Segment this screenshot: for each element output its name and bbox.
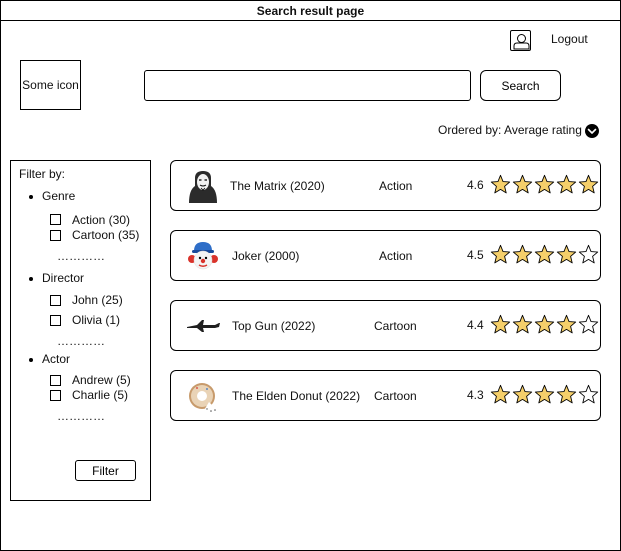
search-input[interactable] bbox=[144, 70, 471, 101]
result-title[interactable]: The Elden Donut (2022) bbox=[232, 389, 360, 403]
checkbox-actor-andrew[interactable] bbox=[50, 375, 61, 386]
bullet bbox=[29, 358, 33, 362]
result-rating: 4.6 bbox=[467, 178, 484, 192]
logo-placeholder[interactable]: Some icon bbox=[20, 60, 81, 110]
page-title: Search result page bbox=[0, 0, 621, 21]
more-actors[interactable]: ………… bbox=[57, 409, 105, 423]
result-genre: Action bbox=[379, 249, 413, 263]
star-filled-icon bbox=[490, 314, 511, 334]
star-filled-icon bbox=[490, 244, 511, 264]
star-filled-icon bbox=[556, 314, 577, 334]
filter-heading: Filter by: bbox=[19, 167, 66, 181]
result-card[interactable]: Top Gun (2022) Cartoon 4.4 bbox=[170, 300, 601, 351]
result-rating: 4.4 bbox=[467, 318, 484, 332]
filter-group-genre: Genre bbox=[42, 189, 76, 203]
anonymous-mask-icon bbox=[185, 168, 221, 204]
bullet bbox=[29, 277, 33, 281]
result-title[interactable]: Top Gun (2022) bbox=[232, 319, 315, 333]
logout-link[interactable]: Logout bbox=[551, 32, 588, 46]
star-filled-icon bbox=[512, 384, 533, 404]
clown-icon bbox=[185, 238, 221, 274]
user-glyph bbox=[513, 34, 530, 50]
user-icon[interactable] bbox=[510, 30, 531, 51]
checkbox-genre-action[interactable] bbox=[50, 214, 61, 225]
star-filled-icon bbox=[534, 314, 555, 334]
result-title[interactable]: The Matrix (2020) bbox=[230, 179, 325, 193]
result-genre: Action bbox=[379, 179, 413, 193]
filter-button[interactable]: Filter bbox=[75, 460, 136, 481]
star-filled-icon bbox=[556, 384, 577, 404]
donut-icon bbox=[185, 378, 221, 414]
star-filled-icon bbox=[556, 174, 577, 194]
chevron-down-icon bbox=[587, 128, 597, 134]
result-title[interactable]: Joker (2000) bbox=[232, 249, 299, 263]
result-genre: Cartoon bbox=[374, 319, 417, 333]
star-empty-icon bbox=[578, 314, 599, 334]
order-by-label: Ordered by: Average rating bbox=[438, 123, 582, 137]
filter-option-label: Andrew (5) bbox=[72, 373, 131, 387]
filter-option-label: Charlie (5) bbox=[72, 388, 129, 402]
result-card[interactable]: The Matrix (2020) Action 4.6 bbox=[170, 160, 601, 211]
star-filled-icon bbox=[578, 174, 599, 194]
checkbox-director-olivia[interactable] bbox=[50, 315, 61, 326]
filter-group-actor: Actor bbox=[42, 352, 71, 366]
checkbox-director-john[interactable] bbox=[50, 295, 61, 306]
result-card[interactable]: The Elden Donut (2022) Cartoon 4.3 bbox=[170, 370, 601, 421]
star-rating bbox=[490, 174, 600, 195]
filter-option-label: Action (30) bbox=[72, 213, 131, 227]
filter-option-label: John (25) bbox=[72, 293, 123, 307]
star-filled-icon bbox=[556, 244, 577, 264]
star-filled-icon bbox=[490, 384, 511, 404]
filter-group-director: Director bbox=[42, 271, 85, 285]
star-rating bbox=[490, 314, 600, 335]
result-rating: 4.3 bbox=[467, 388, 484, 402]
fighter-jet-icon bbox=[185, 308, 221, 344]
more-genres[interactable]: ………… bbox=[57, 249, 105, 263]
result-genre: Cartoon bbox=[374, 389, 417, 403]
checkbox-genre-cartoon[interactable] bbox=[50, 230, 61, 241]
star-filled-icon bbox=[534, 384, 555, 404]
result-card[interactable]: Joker (2000) Action 4.5 bbox=[170, 230, 601, 281]
star-rating bbox=[490, 244, 600, 265]
star-filled-icon bbox=[534, 244, 555, 264]
star-empty-icon bbox=[578, 384, 599, 404]
filter-option-label: Cartoon (35) bbox=[72, 228, 140, 242]
star-rating bbox=[490, 384, 600, 405]
star-empty-icon bbox=[578, 244, 599, 264]
filter-option-label: Olivia (1) bbox=[72, 313, 121, 327]
star-filled-icon bbox=[490, 174, 511, 194]
bullet bbox=[29, 195, 33, 199]
order-dropdown-toggle[interactable] bbox=[585, 124, 599, 138]
star-filled-icon bbox=[512, 244, 533, 264]
star-filled-icon bbox=[512, 314, 533, 334]
star-filled-icon bbox=[534, 174, 555, 194]
result-rating: 4.5 bbox=[467, 248, 484, 262]
logo-text: Some icon bbox=[22, 78, 79, 92]
checkbox-actor-charlie[interactable] bbox=[50, 390, 61, 401]
filter-panel bbox=[10, 160, 151, 501]
star-filled-icon bbox=[512, 174, 533, 194]
search-button[interactable]: Search bbox=[480, 70, 561, 101]
more-directors[interactable]: ………… bbox=[57, 334, 105, 348]
